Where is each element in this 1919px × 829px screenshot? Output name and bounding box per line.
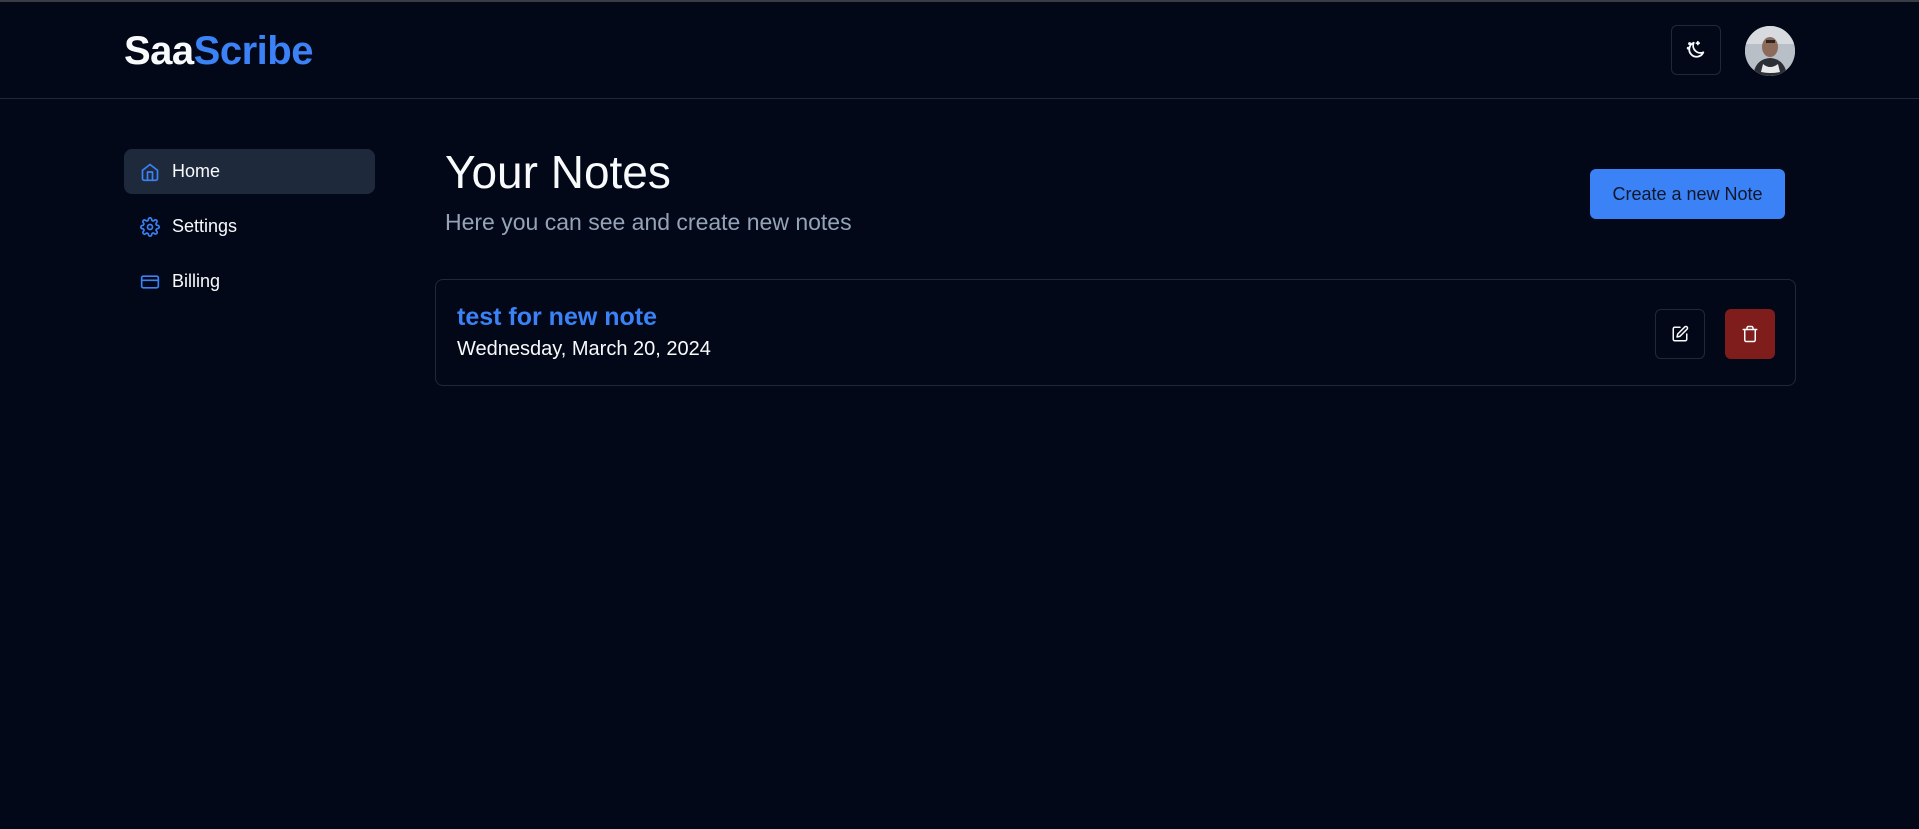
edit-icon: [1672, 325, 1689, 342]
page-title: Your Notes: [445, 146, 671, 198]
credit-card-icon: [140, 272, 160, 292]
sidebar-item-settings[interactable]: Settings: [124, 204, 375, 249]
edit-note-button[interactable]: [1655, 309, 1705, 359]
sidebar-item-label: Home: [172, 161, 221, 181]
home-icon: [140, 162, 160, 182]
sidebar-item-home[interactable]: Home: [124, 149, 375, 194]
note-title[interactable]: test for new note: [457, 302, 657, 332]
avatar-image: [1745, 26, 1795, 76]
create-note-button[interactable]: Create a new Note: [1590, 169, 1785, 219]
theme-toggle-button[interactable]: [1671, 25, 1721, 75]
sidebar-item-label: Settings: [172, 216, 238, 236]
note-card: test for new note Wednesday, March 20, 2…: [435, 279, 1796, 386]
page-subtitle: Here you can see and create new notes: [445, 209, 852, 235]
logo-text-accent: Scribe: [193, 29, 314, 73]
user-avatar[interactable]: [1745, 26, 1795, 76]
delete-note-button[interactable]: [1725, 309, 1775, 359]
gear-icon: [140, 216, 160, 237]
moon-stars-icon: [1686, 40, 1705, 58]
app-logo[interactable]: SaaScribe: [124, 28, 313, 74]
sidebar-item-billing[interactable]: Billing: [124, 259, 375, 304]
trash-icon: [1742, 325, 1758, 343]
sidebar-item-label: Billing: [172, 271, 221, 291]
sidebar-nav: Home Settings Billing: [124, 149, 375, 314]
app-header: SaaScribe: [0, 2, 1919, 99]
note-date: Wednesday, March 20, 2024: [457, 338, 711, 360]
logo-text-primary: Saa: [124, 29, 194, 73]
